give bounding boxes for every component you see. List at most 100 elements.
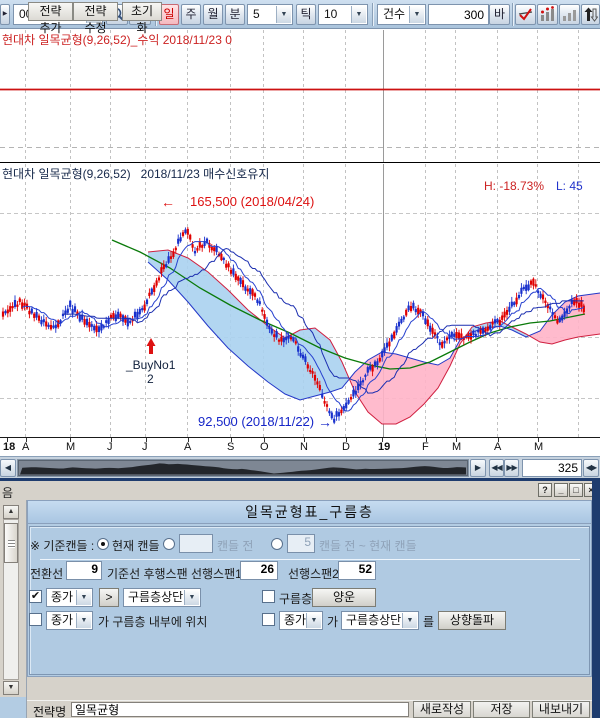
scroll-thumb-minimap[interactable] bbox=[18, 460, 468, 476]
strategy-name-input[interactable] bbox=[71, 702, 409, 717]
chevron-down-icon[interactable]: ▼ bbox=[402, 613, 417, 628]
strategy-add-tab[interactable]: 전략추가 bbox=[28, 2, 73, 21]
bar-unit-button[interactable]: 바 bbox=[489, 4, 510, 25]
bars-spinner[interactable]: ◀▶ bbox=[583, 459, 599, 477]
leading-span2-input[interactable]: 52 bbox=[338, 561, 376, 580]
volume-bars-button[interactable] bbox=[559, 4, 580, 25]
export-button[interactable]: 내보내기 bbox=[532, 701, 590, 718]
tick-count-combo[interactable]: 10 ▼ bbox=[318, 4, 368, 25]
cond1-checkbox[interactable]: ✔ bbox=[29, 590, 42, 603]
chevron-down-icon[interactable]: ▼ bbox=[351, 6, 366, 23]
chevron-down-icon[interactable]: ▼ bbox=[76, 613, 91, 628]
chevron-down-icon[interactable]: ▼ bbox=[276, 6, 291, 23]
candle bbox=[386, 338, 388, 350]
cond3-target-combo[interactable]: 구름층상단 ▼ bbox=[341, 611, 419, 630]
save-button[interactable]: 저장 bbox=[473, 701, 530, 718]
candle bbox=[153, 283, 155, 296]
candle bbox=[136, 309, 138, 322]
candle bbox=[16, 301, 18, 311]
sidebar-scroll-up-button[interactable]: ▲ bbox=[3, 505, 19, 519]
candle bbox=[237, 275, 239, 285]
visible-bars-input[interactable] bbox=[522, 459, 582, 477]
candle bbox=[84, 316, 86, 328]
axis-tick bbox=[382, 438, 383, 442]
candle bbox=[225, 260, 227, 270]
strategy-reset-tab[interactable]: 초기화 bbox=[122, 2, 162, 21]
candle bbox=[139, 307, 141, 317]
candle bbox=[508, 302, 510, 315]
scroll-left-button[interactable]: ◀ bbox=[0, 459, 16, 477]
scroll-right-button[interactable]: ▶ bbox=[470, 459, 486, 477]
candle-range-input[interactable]: 5 bbox=[287, 534, 315, 553]
svg-text:_BuyNo1: _BuyNo1 bbox=[125, 358, 176, 372]
candle bbox=[194, 247, 196, 256]
cond2-field-combo[interactable]: 종가 ▼ bbox=[46, 611, 93, 630]
chevron-down-icon[interactable]: ▼ bbox=[306, 613, 321, 628]
sidebar-scroll-down-button[interactable]: ▼ bbox=[3, 681, 19, 695]
chart-style-check-button[interactable] bbox=[515, 4, 536, 25]
sidebar-scroll-thumb[interactable] bbox=[4, 523, 18, 563]
axis-label: J bbox=[142, 441, 148, 453]
conversion-line-input[interactable]: 9 bbox=[66, 561, 102, 580]
cond1-target-combo[interactable]: 구름층상단 ▼ bbox=[123, 588, 201, 607]
help-button[interactable]: ? bbox=[538, 483, 552, 497]
scroll-track[interactable] bbox=[17, 459, 469, 477]
cond3-target-value: 구름층상단 bbox=[346, 613, 401, 627]
axis-tick bbox=[304, 438, 305, 442]
main-chart-canvas[interactable]: ←165,500 (2018/04/24)92,500 (2018/11/22)… bbox=[0, 163, 600, 437]
chevron-down-icon[interactable]: ▼ bbox=[409, 6, 424, 23]
axis-label: O bbox=[260, 441, 269, 453]
cond2-suffix-label: 가 구름층 내부에 위치 bbox=[98, 613, 207, 630]
signal-bars-button[interactable] bbox=[537, 4, 558, 25]
axis-tick bbox=[146, 438, 147, 442]
tick-button[interactable]: 틱 bbox=[296, 4, 316, 25]
candle bbox=[12, 302, 14, 311]
cond1-field-combo[interactable]: 종가 ▼ bbox=[46, 588, 93, 607]
minute-count-combo[interactable]: 5 ▼ bbox=[247, 4, 293, 25]
period-week-button[interactable]: 주 bbox=[181, 4, 201, 25]
cond3-field-combo[interactable]: 종가 ▼ bbox=[279, 611, 323, 630]
candle bbox=[74, 303, 76, 313]
count-type-value: 건수 bbox=[383, 7, 405, 21]
cloud-checkbox[interactable] bbox=[262, 590, 275, 603]
candle bbox=[9, 303, 11, 317]
n-candles-ago-input[interactable] bbox=[179, 534, 213, 553]
count-type-combo[interactable]: 건수 ▼ bbox=[377, 4, 426, 25]
cond3-checkbox[interactable] bbox=[262, 613, 275, 626]
main-chart-header: 현대차 일목균형(9,26,52) 2018/11/23 매수신호유지 bbox=[2, 165, 269, 182]
breakout-button[interactable]: 상향돌파 bbox=[438, 611, 506, 630]
sort-order-button[interactable] bbox=[581, 4, 600, 25]
cond2-checkbox[interactable] bbox=[29, 613, 42, 626]
period-day-button[interactable]: 일 bbox=[159, 4, 179, 25]
chevron-down-icon[interactable]: ▼ bbox=[76, 590, 91, 605]
candle bbox=[158, 275, 160, 283]
scroll-fast-back-button[interactable]: ◀◀ bbox=[489, 459, 504, 477]
period-month-button[interactable]: 월 bbox=[203, 4, 223, 25]
candle bbox=[247, 285, 249, 296]
scroll-fast-forward-button[interactable]: ▶▶ bbox=[504, 459, 519, 477]
candle bbox=[146, 298, 148, 306]
period-minute-button[interactable]: 분 bbox=[225, 4, 245, 25]
candle bbox=[518, 292, 520, 300]
chevron-down-icon[interactable]: ▼ bbox=[184, 590, 199, 605]
bar-count-input[interactable] bbox=[428, 4, 489, 25]
candle bbox=[240, 277, 242, 288]
leading-span1-input[interactable]: 26 bbox=[240, 561, 278, 580]
radio-current-candle[interactable] bbox=[97, 538, 109, 550]
profit-subchart-canvas[interactable] bbox=[0, 29, 600, 163]
candle bbox=[117, 309, 119, 320]
axis-label: 19 bbox=[378, 441, 390, 453]
low-change-label: L: 45 bbox=[556, 179, 600, 193]
cloud-type-button[interactable]: 양운 bbox=[312, 588, 376, 607]
candle bbox=[4, 309, 6, 315]
maximize-button[interactable]: □ bbox=[569, 483, 583, 497]
radio-n-candles-ago[interactable] bbox=[163, 538, 175, 550]
axis-tick bbox=[231, 438, 232, 442]
collapse-panel-button[interactable]: ▶ bbox=[0, 4, 10, 25]
new-strategy-button[interactable]: 새로작성 bbox=[413, 701, 471, 718]
radio-candle-range[interactable] bbox=[271, 538, 283, 550]
strategy-edit-tab[interactable]: 전략수정 bbox=[73, 2, 118, 21]
candle bbox=[504, 308, 506, 321]
minimize-button[interactable]: _ bbox=[554, 483, 568, 497]
cond1-operator-button[interactable]: > bbox=[99, 588, 119, 607]
